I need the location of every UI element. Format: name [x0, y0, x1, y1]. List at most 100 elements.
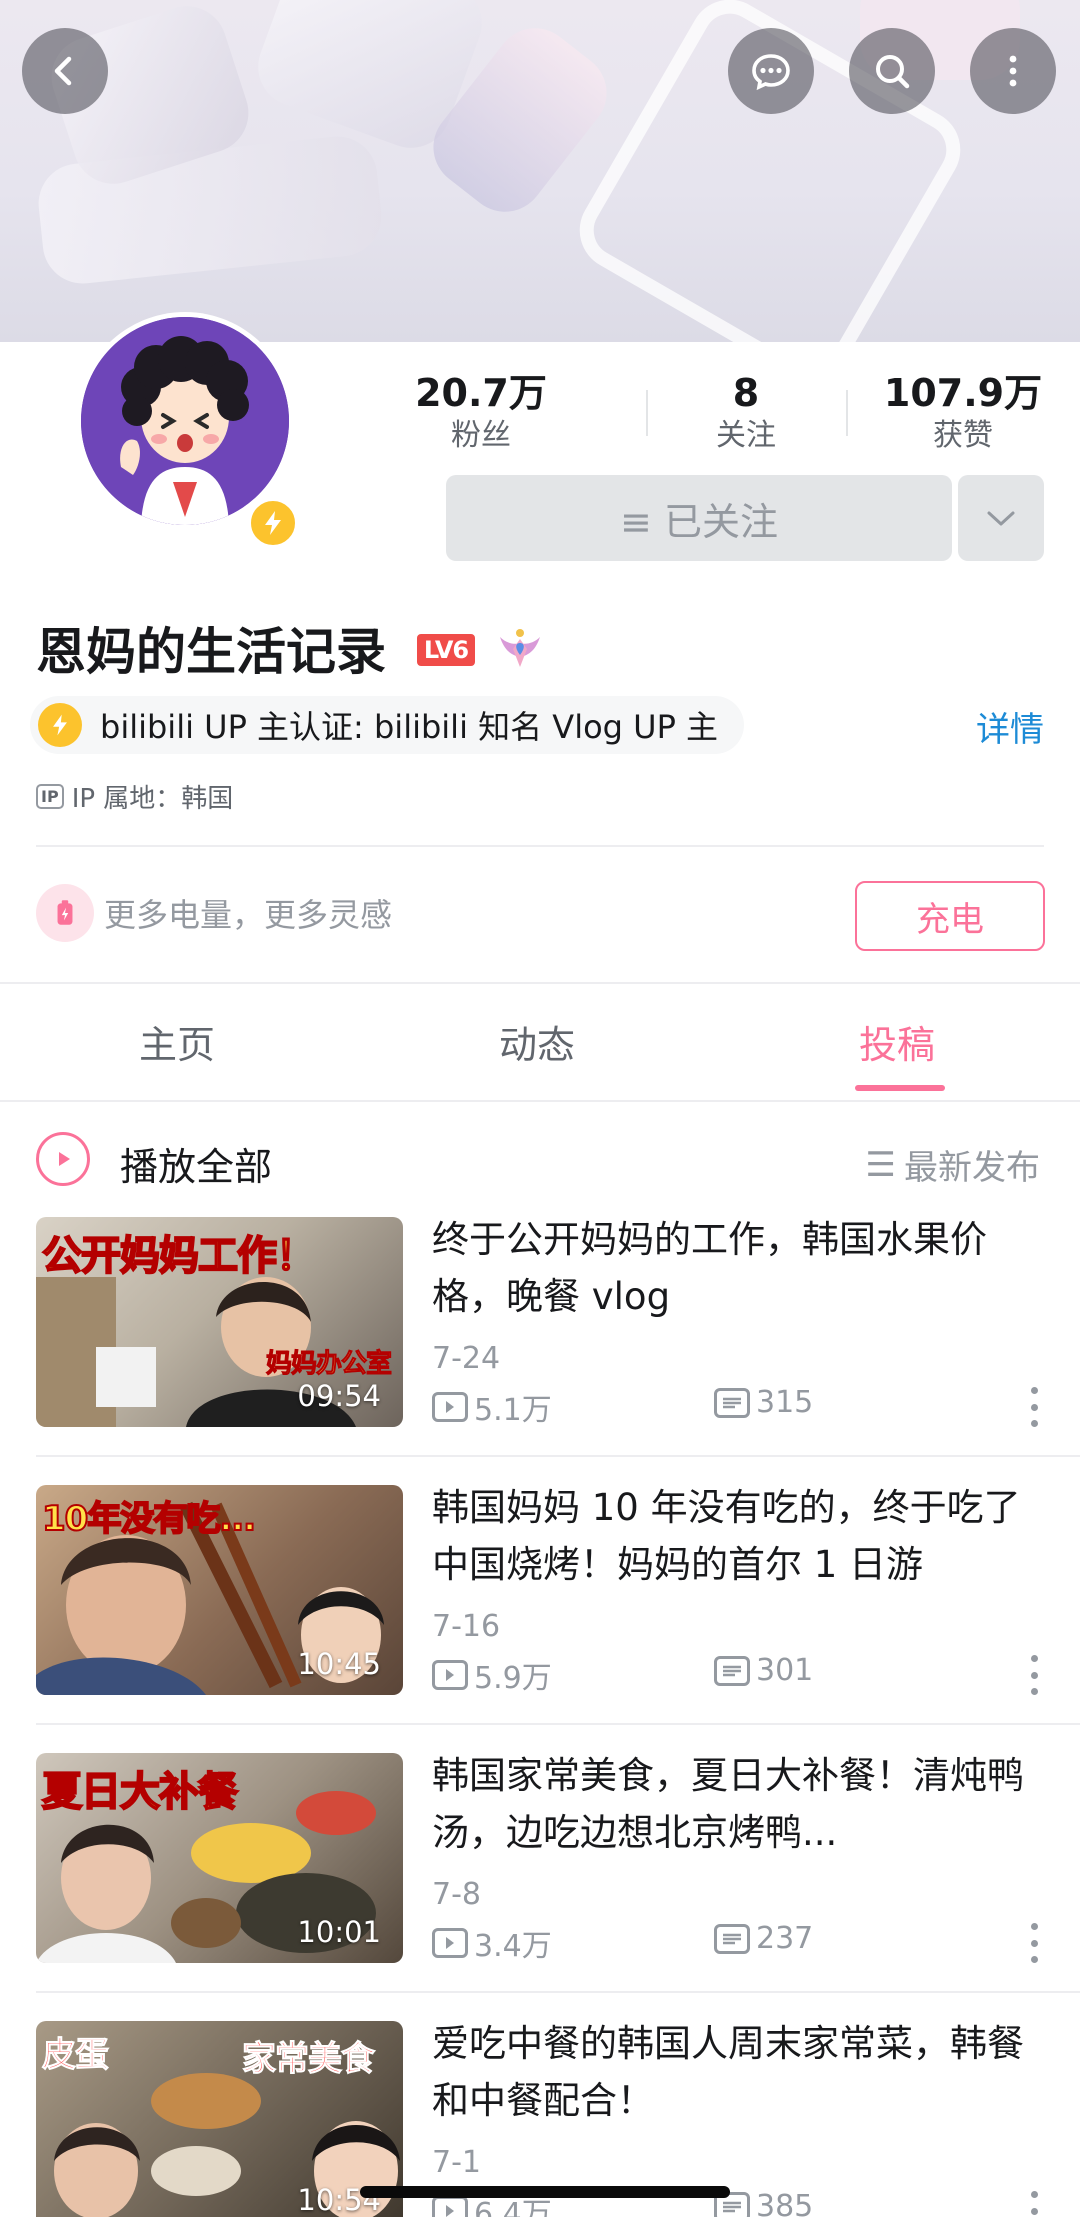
divider [36, 1455, 1080, 1457]
danmaku-count-text: 301 [756, 1653, 814, 1688]
certification-text: bilibili UP 主认证: bilibili 知名 Vlog UP 主 [100, 708, 719, 746]
video-date: 7-1 [432, 2145, 481, 2180]
likes-stat[interactable]: 107.9万 获赞 [863, 370, 1063, 456]
charge-promo: 更多电量，更多灵感 [36, 884, 392, 942]
video-date: 7-24 [432, 1341, 501, 1376]
video-duration: 10:45 [297, 1647, 381, 1681]
thumbnail-caption: 10年没有吃... [41, 1498, 257, 1540]
video-title[interactable]: 韩国妈妈 10 年没有吃的，终于吃了中国烧烤！妈妈的首尔 1 日游 [432, 1479, 1044, 1593]
certification-badge: bilibili UP 主认证: bilibili 知名 Vlog UP 主 [30, 696, 745, 754]
view-count-text: 5.1万 [474, 1393, 552, 1428]
sort-button[interactable]: ☰ 最新发布 [866, 1140, 1040, 1189]
follow-dropdown-button[interactable] [958, 475, 1044, 561]
thumbnail-caption: 夏日大补餐 [41, 1768, 239, 1816]
divider [0, 1100, 1080, 1102]
charge-button[interactable]: 充电 [855, 881, 1045, 951]
video-more-button[interactable] [1024, 2191, 1044, 2217]
charge-text: 更多电量，更多灵感 [104, 896, 393, 934]
play-all-icon[interactable] [36, 1132, 90, 1186]
fans-label: 粉丝 [451, 418, 511, 453]
view-count: 5.1万 [432, 1385, 552, 1429]
tab-home[interactable]: 主页 [139, 1014, 215, 1069]
video-thumbnail[interactable]: 公开妈妈工作！ 妈妈办公室 09:54 [36, 1217, 403, 1427]
video-more-button[interactable] [1024, 1387, 1044, 1427]
video-thumbnail[interactable]: 夏日大补餐 10:01 [36, 1753, 403, 1963]
message-button[interactable] [728, 28, 814, 114]
likes-label: 获赞 [933, 418, 993, 453]
stat-divider [846, 390, 848, 436]
danmaku-count-text: 237 [756, 1921, 814, 1956]
likes-count: 107.9万 [883, 371, 1043, 415]
video-more-button[interactable] [1024, 1655, 1044, 1695]
search-button[interactable] [849, 28, 935, 114]
tab-dynamics[interactable]: 动态 [499, 1014, 575, 1069]
following-stat[interactable]: 8 关注 [646, 370, 846, 456]
detail-link[interactable]: 详情 [976, 702, 1044, 751]
following-button[interactable]: ≡ 已关注 [446, 475, 952, 561]
view-count: 3.4万 [432, 1921, 552, 1965]
lightning-icon [38, 703, 82, 747]
tab-uploads[interactable]: 投稿 [859, 1014, 935, 1069]
play-count-icon [432, 2196, 468, 2217]
home-indicator[interactable] [360, 2186, 730, 2198]
video-item[interactable]: 10年没有吃... 10:45 韩国妈妈 10 年没有吃的，终于吃了中国烧烤！妈… [36, 1485, 1044, 1697]
more-vertical-icon [1009, 55, 1017, 87]
chevron-down-icon [987, 511, 1015, 526]
divider [36, 1723, 1080, 1725]
video-more-button[interactable] [1024, 1923, 1044, 1963]
more-options-button[interactable] [970, 28, 1056, 114]
video-item[interactable]: 夏日大补餐 10:01 韩国家常美食，夏日大补餐！清炖鸭汤，边吃边想北京烤鸭..… [36, 1753, 1044, 1965]
video-date: 7-16 [432, 1609, 501, 1644]
battery-icon [36, 884, 94, 942]
danmaku-count-text: 315 [756, 1385, 814, 1420]
danmaku-count-text: 385 [756, 2189, 814, 2217]
video-title[interactable]: 韩国家常美食，夏日大补餐！清炖鸭汤，边吃边想北京烤鸭... [432, 1747, 1044, 1861]
danmaku-count: 301 [714, 1653, 813, 1688]
chat-bubble-icon [752, 54, 790, 91]
play-count-icon [432, 1928, 468, 1958]
danmaku-count: 315 [714, 1385, 813, 1420]
ip-location: IP IP 属地：韩国 [36, 778, 233, 815]
list-icon: ☰ [865, 1144, 896, 1185]
ip-icon: IP [36, 784, 64, 809]
danmaku-count: 237 [714, 1921, 813, 1956]
profile-name: 恩妈的生活记录 [36, 623, 386, 681]
video-duration: 09:54 [297, 1379, 381, 1413]
following-label: 关注 [716, 418, 776, 453]
back-button[interactable] [22, 28, 108, 114]
play-all-button[interactable]: 播放全部 [120, 1136, 272, 1191]
verified-lightning-icon [246, 496, 300, 550]
ip-location-text: IP 属地：韩国 [71, 784, 234, 814]
thumbnail-caption: 皮蛋 [42, 2035, 110, 2076]
view-count-text: 3.4万 [474, 1929, 552, 1964]
danmaku-icon [714, 1387, 750, 1418]
thumbnail-caption: 公开妈妈工作！ [41, 1232, 317, 1280]
chevron-left-icon [54, 56, 72, 86]
video-title[interactable]: 终于公开妈妈的工作，韩国水果价格，晚餐 vlog [432, 1211, 1044, 1325]
divider [36, 1991, 1080, 1993]
play-count-icon [432, 1392, 468, 1422]
search-icon [876, 55, 910, 89]
avatar-image [81, 317, 289, 525]
thumbnail-tag: 家常美食 [242, 2039, 376, 2080]
danmaku-icon [714, 1923, 750, 1954]
video-date: 7-8 [432, 1877, 481, 1912]
tab-indicator [855, 1085, 945, 1091]
video-title[interactable]: 爱吃中餐的韩国人周末家常菜，韩餐和中餐配合！ [432, 2015, 1044, 2129]
danmaku-icon [714, 1655, 750, 1686]
video-item[interactable]: 公开妈妈工作！ 妈妈办公室 09:54 终于公开妈妈的工作，韩国水果价格，晚餐 … [36, 1217, 1044, 1429]
video-thumbnail[interactable]: 皮蛋 家常美食 10:54 [36, 2021, 403, 2217]
view-count-text: 5.9万 [474, 1661, 552, 1696]
medal-icon [500, 629, 540, 667]
divider [36, 845, 1044, 847]
fans-stat[interactable]: 20.7万 粉丝 [381, 370, 581, 456]
following-count: 8 [732, 371, 760, 415]
video-thumbnail[interactable]: 10年没有吃... 10:45 [36, 1485, 403, 1695]
section-divider [0, 982, 1080, 984]
play-count-icon [432, 1660, 468, 1690]
level-badge: LV6 [417, 634, 475, 666]
fans-count: 20.7万 [415, 371, 547, 415]
video-duration: 10:01 [297, 1915, 381, 1949]
sort-label: 最新发布 [904, 1148, 1040, 1188]
view-count: 5.9万 [432, 1653, 552, 1697]
